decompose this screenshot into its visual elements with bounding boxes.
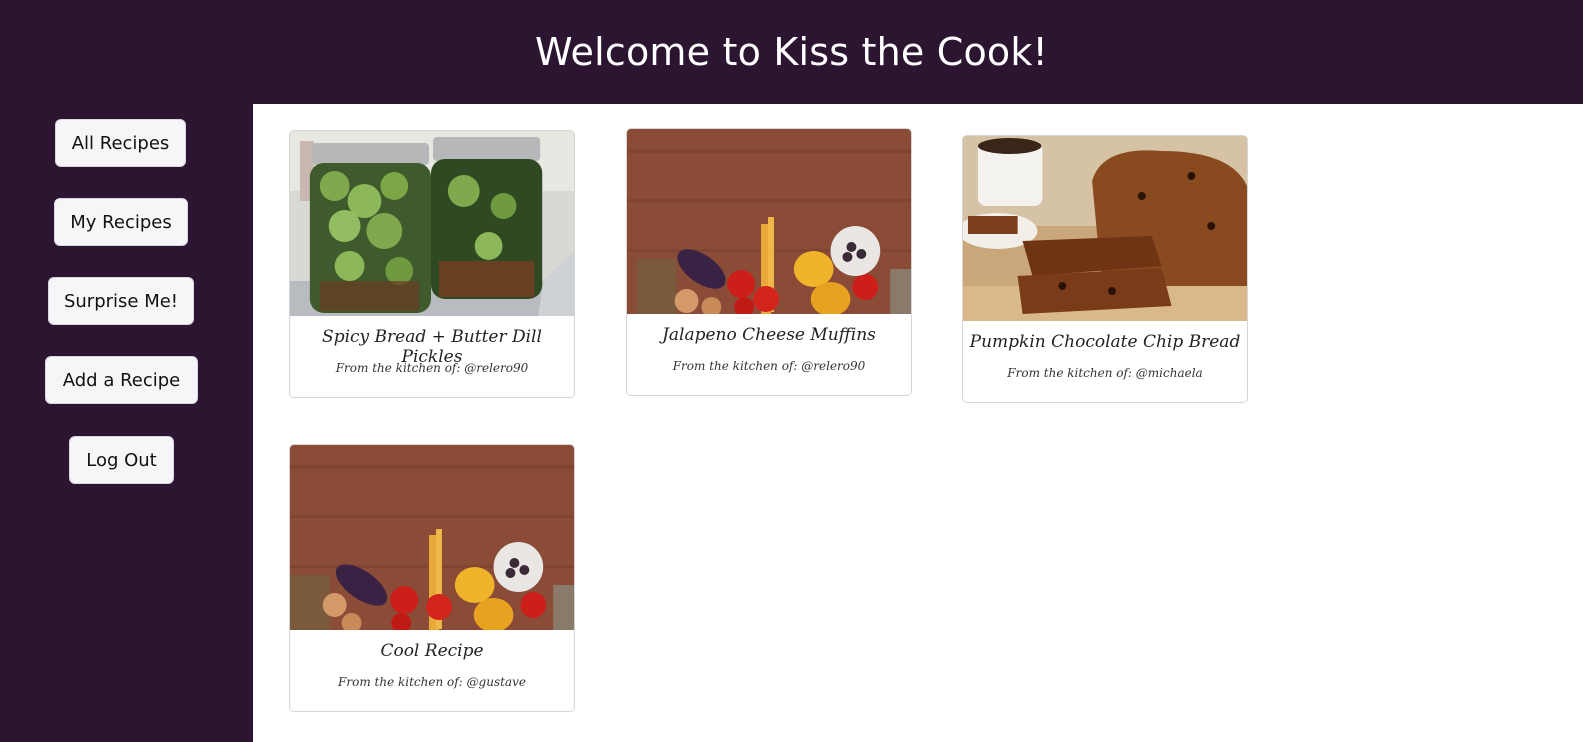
recipe-image	[627, 129, 911, 314]
recipe-author: From the kitchen of: @michaela	[1007, 366, 1203, 380]
recipe-card[interactable]: Spicy Bread + Butter Dill Pickles From t…	[289, 130, 575, 398]
recipe-grid: Spicy Bread + Butter Dill Pickles From t…	[253, 104, 1583, 742]
page-title: Welcome to Kiss the Cook!	[535, 30, 1048, 74]
recipe-author: From the kitchen of: @relero90	[335, 361, 529, 375]
recipe-title[interactable]: Pumpkin Chocolate Chip Bread	[963, 332, 1247, 352]
recipe-author: From the kitchen of: @gustave	[338, 675, 526, 689]
recipe-image	[290, 445, 574, 630]
my-recipes-button[interactable]: My Recipes	[54, 198, 188, 246]
recipe-card[interactable]: Cool Recipe From the kitchen of: @gustav…	[289, 444, 575, 712]
log-out-button[interactable]: Log Out	[69, 436, 174, 484]
page-header: Welcome to Kiss the Cook!	[0, 0, 1583, 104]
recipe-image	[290, 131, 574, 316]
recipe-title[interactable]: Jalapeno Cheese Muffins	[627, 325, 911, 345]
sidebar-nav: All Recipes My Recipes Surprise Me! Add …	[0, 104, 253, 742]
add-recipe-button[interactable]: Add a Recipe	[45, 356, 198, 404]
recipe-card[interactable]: Pumpkin Chocolate Chip Bread From the ki…	[962, 135, 1248, 403]
recipe-title[interactable]: Cool Recipe	[290, 641, 574, 661]
recipe-author: From the kitchen of: @relero90	[672, 359, 866, 373]
recipe-image	[963, 136, 1247, 321]
surprise-me-button[interactable]: Surprise Me!	[48, 277, 194, 325]
recipe-card[interactable]: Jalapeno Cheese Muffins From the kitchen…	[626, 128, 912, 396]
all-recipes-button[interactable]: All Recipes	[55, 119, 186, 167]
